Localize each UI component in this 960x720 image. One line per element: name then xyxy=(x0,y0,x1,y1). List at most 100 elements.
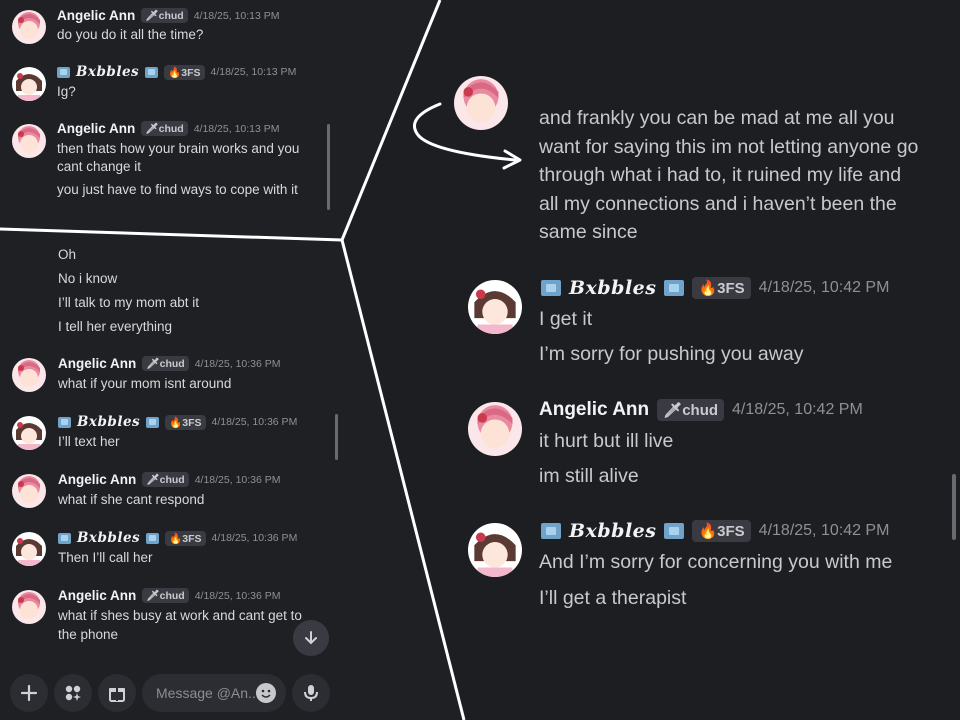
message-text: im still alive xyxy=(539,465,639,487)
message-text: what if she cant respond xyxy=(58,492,205,507)
scrollbar[interactable] xyxy=(327,124,330,210)
timestamp: 4/18/25, 10:42 PM xyxy=(758,522,890,539)
badge-label: chud xyxy=(158,123,184,135)
sword-icon: 🗡 xyxy=(146,358,160,370)
avatar-angelic-ann[interactable] xyxy=(468,402,522,456)
message-text: Oh xyxy=(58,247,77,262)
apps-icon xyxy=(65,685,81,701)
sword-icon: 🗡 xyxy=(146,474,160,486)
badge-label: chud xyxy=(158,10,184,22)
fire-icon: 🔥 xyxy=(698,523,718,540)
timestamp: 4/18/25, 10:13 PM xyxy=(193,9,280,22)
arrow-down-icon xyxy=(305,631,317,645)
ice-cube-icon xyxy=(541,523,561,539)
role-badge[interactable]: 🔥3FS xyxy=(692,277,751,299)
role-badge[interactable]: 🗡chud xyxy=(141,121,188,136)
message-text: Then I’ll call her xyxy=(58,550,153,565)
avatar-bxbbles[interactable] xyxy=(468,523,522,577)
username[interactable]: Angelic Ann xyxy=(57,8,135,23)
username[interactable]: 𝑩𝒙𝒃𝒃𝒍𝒆𝒔 xyxy=(77,414,140,430)
role-badge[interactable]: 🔥3FS xyxy=(692,520,751,542)
timestamp: 4/18/25, 10:42 PM xyxy=(758,279,890,296)
timestamp: 4/18/25, 10:36 PM xyxy=(211,416,298,428)
badge-label: chud xyxy=(159,358,185,370)
gift-icon xyxy=(109,688,125,702)
message-text: then thats how your brain works and you xyxy=(57,141,300,156)
role-badge[interactable]: 🗡chud xyxy=(141,8,188,23)
fire-icon: 🔥 xyxy=(698,280,718,297)
avatar-angelic-ann[interactable] xyxy=(12,124,46,158)
sword-icon: 🗡 xyxy=(663,402,683,419)
scrollbar[interactable] xyxy=(952,474,956,540)
voice-message-button[interactable] xyxy=(292,674,330,712)
message-text: I’ll get a therapist xyxy=(539,587,687,609)
ice-cube-icon xyxy=(541,280,561,296)
message-text: I’m sorry for pushing you away xyxy=(539,343,804,365)
message-text: it hurt but ill live xyxy=(539,430,674,452)
jump-to-bottom-button[interactable] xyxy=(293,620,329,656)
avatar-angelic-ann[interactable] xyxy=(454,76,508,130)
badge-label: 3FS xyxy=(717,523,745,540)
username[interactable]: 𝑩𝒙𝒃𝒃𝒍𝒆𝒔 xyxy=(569,520,656,542)
scrollbar[interactable] xyxy=(335,414,338,460)
message-text: the phone xyxy=(58,627,119,642)
username[interactable]: 𝑩𝒙𝒃𝒃𝒍𝒆𝒔 xyxy=(77,530,140,546)
timestamp: 4/18/25, 10:36 PM xyxy=(194,357,281,370)
timestamp: 4/18/25, 10:13 PM xyxy=(210,66,297,78)
message-text: and frankly you can be mad at me all you xyxy=(539,107,895,129)
emoji-icon[interactable] xyxy=(256,683,276,703)
avatar-bxbbles[interactable] xyxy=(12,416,46,450)
username[interactable]: Angelic Ann xyxy=(58,356,136,371)
fire-icon: 🔥 xyxy=(169,532,183,545)
timestamp: 4/18/25, 10:42 PM xyxy=(732,401,863,418)
message-text: want for saying this im not letting anyo… xyxy=(539,136,919,158)
role-badge[interactable]: 🗡chud xyxy=(657,399,725,421)
avatar-bxbbles[interactable] xyxy=(12,67,46,101)
ice-cube-icon xyxy=(58,532,71,544)
badge-label: 3FS xyxy=(182,416,202,429)
username[interactable]: 𝑩𝒙𝒃𝒃𝒍𝒆𝒔 xyxy=(569,277,656,299)
message-text: I’ll text her xyxy=(58,434,120,449)
avatar-angelic-ann[interactable] xyxy=(12,10,46,44)
message-text: I tell her everything xyxy=(58,319,173,334)
avatar-bxbbles[interactable] xyxy=(468,280,522,334)
role-badge[interactable]: 🗡chud xyxy=(142,472,189,487)
role-badge[interactable]: 🔥3FS xyxy=(165,414,206,430)
role-badge[interactable]: 🗡chud xyxy=(142,356,189,371)
username[interactable]: Angelic Ann xyxy=(58,472,136,487)
role-badge[interactable]: 🗡chud xyxy=(142,588,189,603)
badge-label: 3FS xyxy=(182,532,202,545)
avatar-angelic-ann[interactable] xyxy=(12,358,46,392)
ice-cube-icon xyxy=(145,66,159,78)
role-badge[interactable]: 🔥3FS xyxy=(164,64,205,80)
message-text: Ig? xyxy=(57,84,76,99)
timestamp: 4/18/25, 10:13 PM xyxy=(193,122,280,135)
message-text: same since xyxy=(539,221,638,243)
badge-label: chud xyxy=(159,590,185,602)
username[interactable]: 𝑩𝒙𝒃𝒃𝒍𝒆𝒔 xyxy=(76,64,139,80)
message-text: No i know xyxy=(58,271,118,286)
username[interactable]: Angelic Ann xyxy=(539,399,649,421)
message-input-placeholder: Message @An... xyxy=(156,685,260,701)
message-text: what if your mom isnt around xyxy=(58,376,232,391)
role-badge[interactable]: 🔥3FS xyxy=(165,530,206,546)
gift-button[interactable] xyxy=(98,674,136,712)
message-text: I’ll talk to my mom abt it xyxy=(58,295,200,310)
ice-cube-icon xyxy=(146,416,160,428)
ice-cube-icon xyxy=(58,416,71,428)
message-text: cant change it xyxy=(57,159,142,174)
username[interactable]: Angelic Ann xyxy=(58,588,136,603)
avatar-angelic-ann[interactable] xyxy=(12,590,46,624)
apps-button[interactable] xyxy=(54,674,92,712)
badge-label: 3FS xyxy=(181,66,201,79)
avatar-angelic-ann[interactable] xyxy=(12,474,46,508)
sword-icon: 🗡 xyxy=(145,10,159,22)
sword-icon: 🗡 xyxy=(146,590,160,602)
ice-cube-icon xyxy=(664,523,685,539)
add-attachment-button[interactable] xyxy=(10,674,48,712)
sword-icon: 🗡 xyxy=(145,123,159,135)
avatar-bxbbles[interactable] xyxy=(12,532,46,566)
message-text: through what i had to, it ruined my life… xyxy=(539,164,902,186)
ice-cube-icon xyxy=(146,532,160,544)
username[interactable]: Angelic Ann xyxy=(57,121,135,136)
